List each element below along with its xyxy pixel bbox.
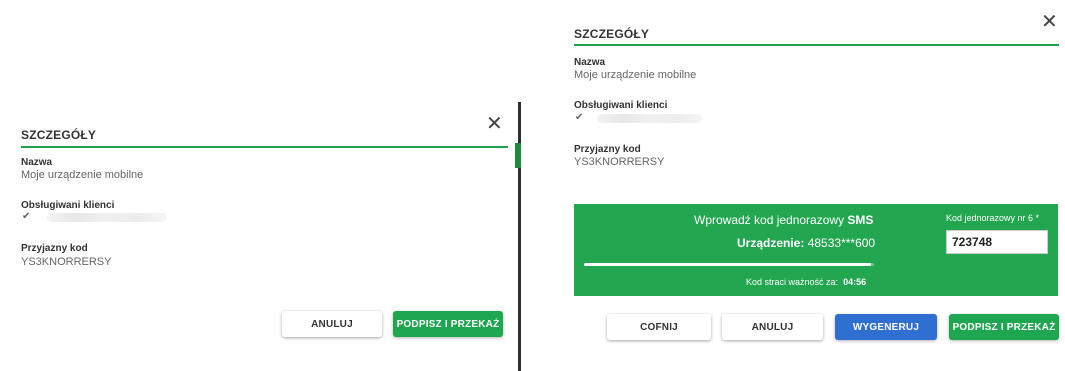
device-label: Urządzenie: [737, 236, 805, 250]
back-button[interactable]: COFNIJ [607, 314, 711, 340]
friendly-code-label: Przyjazny kod [574, 144, 641, 155]
sms-expiry: Kod straci ważność za: 04:56 [746, 277, 866, 287]
friendly-code-value: YS3KNORRERSY [21, 256, 112, 268]
title-divider [21, 146, 508, 148]
details-dialog-right: SZCZEGÓŁY ✕ Nazwa Moje urządzenie mobiln… [567, 0, 1065, 371]
name-value: Moje urządzenie mobilne [574, 69, 697, 81]
sms-prompt: Wprowadź kod jednorazowy SMS [694, 213, 873, 227]
clients-label: Obsługiwani klienci [574, 100, 668, 111]
expiry-progress-bar [584, 263, 874, 266]
friendly-code-label: Przyjazny kod [21, 243, 88, 254]
details-dialog-left: SZCZEGÓŁY ✕ Nazwa Moje urządzenie mobiln… [10, 102, 515, 371]
dialog-title: SZCZEGÓŁY [574, 27, 650, 41]
client-name-redacted [597, 114, 702, 123]
friendly-code-value: YS3KNORRERSY [574, 156, 665, 168]
cancel-button[interactable]: ANULUJ [722, 314, 823, 340]
sms-prompt-strong: SMS [847, 213, 874, 227]
device-value: 48533***600 [807, 236, 876, 250]
clients-label: Obsługiwani klienci [21, 200, 115, 211]
generate-button[interactable]: WYGENERUJ [835, 314, 937, 340]
name-label: Nazwa [574, 57, 606, 68]
sms-prompt-text: Wprowadź kod jednorazowy [694, 213, 848, 227]
check-icon: ✔ [22, 211, 31, 222]
expiry-label: Kod straci ważność za: [746, 277, 839, 287]
close-icon[interactable]: ✕ [486, 114, 503, 134]
sms-device: Urządzenie: 48533***600 [737, 236, 875, 250]
check-icon: ✔ [575, 112, 584, 123]
expiry-countdown: 04:56 [843, 277, 867, 287]
sign-and-send-button[interactable]: PODPISZ I PRZEKAŻ [949, 314, 1059, 340]
sign-and-send-button[interactable]: PODPISZ I PRZEKAŻ [393, 311, 503, 337]
client-name-redacted [47, 213, 167, 222]
expiry-progress-fill [584, 263, 872, 266]
dialog-title: SZCZEGÓŁY [21, 128, 97, 142]
code-field-label: Kod jednorazowy nr 6 * [946, 213, 1040, 223]
title-divider [574, 44, 1059, 46]
name-value: Moje urządzenie mobilne [21, 169, 144, 181]
sms-verification-panel: Wprowadź kod jednorazowy SMS Urządzenie:… [574, 204, 1058, 296]
close-icon[interactable]: ✕ [1041, 12, 1058, 32]
name-label: Nazwa [21, 157, 53, 168]
cancel-button[interactable]: ANULUJ [282, 311, 382, 337]
one-time-code-input[interactable] [946, 230, 1048, 254]
